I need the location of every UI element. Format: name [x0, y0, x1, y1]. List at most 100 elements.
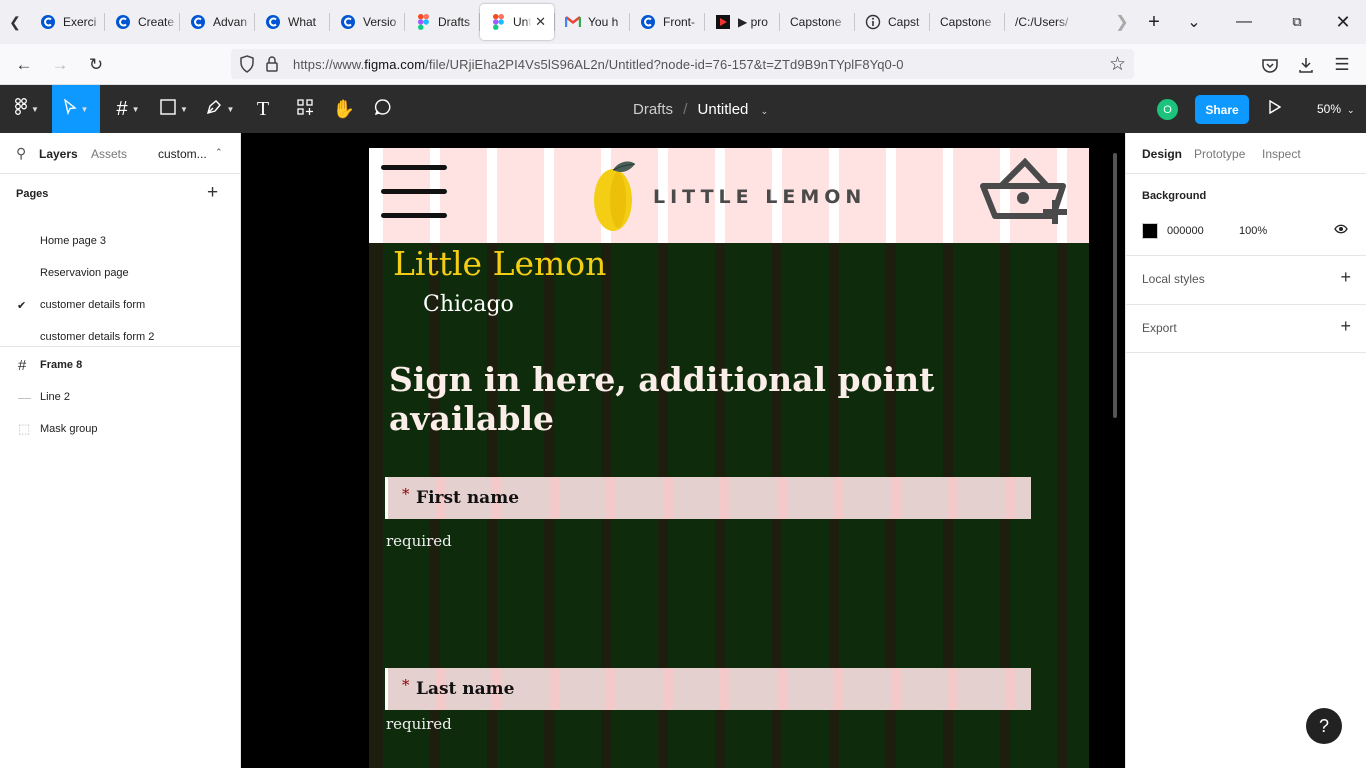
pen-tool[interactable]: ▼ — [200, 85, 240, 133]
basket-add-icon[interactable] — [979, 157, 1071, 231]
gmail-icon — [565, 14, 581, 30]
present-play-icon[interactable] — [1269, 99, 1282, 117]
page-item[interactable]: Reservavion page — [40, 267, 129, 279]
text-tool[interactable]: T — [250, 85, 276, 133]
add-page-plus-icon[interactable]: + — [207, 182, 218, 204]
tab-layers[interactable]: Layers — [39, 147, 78, 161]
tab-label: Capst — [888, 15, 920, 29]
grid-column — [673, 668, 720, 710]
url-path: /file/URjiEha2PI4Vs5lS96AL2n/Untitled?no… — [425, 57, 904, 72]
bookmark-star-icon[interactable]: ☆ — [1109, 53, 1126, 76]
help-button[interactable]: ? — [1306, 708, 1342, 744]
grid-column — [616, 477, 663, 519]
visibility-eye-icon[interactable] — [1334, 222, 1348, 237]
tab-label: Front- — [663, 15, 696, 29]
shape-tool[interactable]: ▼ — [154, 85, 194, 133]
browser-tab[interactable]: Drafts — [405, 4, 479, 40]
background-hex-input[interactable]: 000000 — [1167, 225, 1204, 237]
browser-tab[interactable]: Capstone — [930, 4, 1004, 40]
browser-tab[interactable]: What — [255, 4, 329, 40]
tab-label: Advan — [213, 15, 248, 29]
canvas-vertical-scrollbar[interactable] — [1113, 153, 1117, 418]
design-canvas[interactable]: LITTLE LEMON Little Lemon Chicago Sign i… — [241, 133, 1125, 768]
hero-city: Chicago — [423, 292, 514, 317]
share-button[interactable]: Share — [1195, 95, 1249, 124]
chevron-down-icon[interactable]: ⌄ — [761, 106, 769, 116]
layer-item[interactable]: ⬚ Mask group — [0, 413, 240, 445]
rectangle-icon — [160, 98, 176, 120]
tab-scroll-right-icon[interactable]: ❯ — [1110, 12, 1134, 32]
page-item[interactable]: customer details form — [40, 299, 145, 311]
browser-tab[interactable]: Front- — [630, 4, 704, 40]
components-icon — [297, 98, 313, 120]
browser-tab[interactable]: Create — [105, 4, 179, 40]
chevron-up-icon[interactable]: ⌃ — [215, 147, 223, 158]
last-name-field[interactable]: * Last name — [385, 668, 1031, 710]
figma-main-menu[interactable]: ▼ — [8, 85, 46, 133]
frame-tool[interactable]: # ▼ — [108, 85, 148, 133]
background-color-swatch[interactable] — [1142, 223, 1158, 239]
tab-scroll-left-icon[interactable]: ❮ — [0, 0, 30, 44]
browser-tab[interactable]: Exerci — [30, 4, 104, 40]
layer-item[interactable]: — Line 2 — [0, 381, 240, 413]
hamburger-menu-icon[interactable] — [381, 165, 447, 221]
tab-inspect[interactable]: Inspect — [1262, 147, 1301, 161]
info-icon — [865, 14, 881, 30]
first-name-field[interactable]: * First name — [385, 477, 1031, 519]
browser-tab[interactable]: Unt ✕ — [480, 4, 554, 40]
browser-tab[interactable]: You h — [555, 4, 629, 40]
restore-window-icon[interactable]: ⧉ — [1274, 14, 1320, 30]
tracking-shield-icon[interactable] — [239, 55, 255, 78]
local-styles-section: Local styles + — [1126, 255, 1366, 304]
grid-column — [901, 668, 948, 710]
file-name[interactable]: Untitled — [698, 101, 749, 118]
add-style-plus-icon[interactable]: + — [1340, 267, 1351, 288]
page-item[interactable]: customer details form 2 — [40, 331, 154, 343]
lemon-logo-icon — [591, 158, 641, 239]
address-bar[interactable]: https://www.figma.com/file/URjiEha2PI4Vs… — [231, 49, 1134, 79]
minimize-window-icon[interactable]: — — [1214, 13, 1274, 31]
mobile-frame[interactable]: LITTLE LEMON Little Lemon Chicago Sign i… — [369, 148, 1089, 768]
close-window-icon[interactable]: ✕ — [1320, 12, 1366, 33]
zoom-level-value: 50% — [1317, 102, 1342, 116]
tab-label: Capstone — [790, 15, 842, 29]
browser-tab[interactable]: ▶ pro — [705, 4, 779, 40]
forward-arrow-icon[interactable]: → — [47, 52, 73, 78]
tab-design[interactable]: Design — [1142, 147, 1182, 161]
back-arrow-icon[interactable]: ← — [11, 52, 37, 78]
url-text[interactable]: https://www.figma.com/file/URjiEha2PI4Vs… — [293, 57, 904, 72]
search-icon[interactable]: ⚲ — [16, 145, 26, 162]
move-tool[interactable]: ▼ — [52, 85, 100, 133]
add-export-plus-icon[interactable]: + — [1340, 316, 1351, 337]
zoom-level-menu[interactable]: 50% ⌄ — [1317, 102, 1355, 116]
browser-tab[interactable]: Advan — [180, 4, 254, 40]
tab-prototype[interactable]: Prototype — [1194, 147, 1245, 161]
background-opacity-input[interactable]: 100% — [1239, 225, 1267, 237]
browser-tab[interactable]: Versio — [330, 4, 404, 40]
list-tabs-chevron-icon[interactable]: ⌄ — [1174, 12, 1214, 32]
breadcrumb-drafts[interactable]: Drafts — [633, 101, 673, 118]
hand-tool[interactable]: ✋ — [331, 85, 357, 133]
browser-tab[interactable]: Capstone — [780, 4, 854, 40]
page-item[interactable]: Home page 3 — [40, 235, 106, 247]
resources-tool[interactable] — [292, 85, 318, 133]
tab-assets[interactable]: Assets — [91, 147, 127, 161]
frame-icon: # — [18, 356, 27, 374]
pocket-icon[interactable] — [1257, 52, 1283, 78]
new-tab-plus-icon[interactable]: + — [1134, 11, 1174, 34]
reload-icon[interactable]: ↻ — [83, 52, 109, 78]
user-avatar[interactable]: O — [1157, 99, 1178, 120]
comment-tool[interactable] — [370, 85, 396, 133]
close-tab-icon[interactable]: ✕ — [535, 14, 546, 30]
layer-item[interactable]: # Frame 8 — [0, 349, 240, 381]
tab-label: Versio — [363, 15, 397, 29]
app-menu-hamburger-icon[interactable]: ☰ — [1329, 52, 1355, 78]
browser-tab[interactable]: Capst — [855, 4, 929, 40]
downloads-icon[interactable] — [1293, 52, 1319, 78]
browser-tab[interactable]: /C:/Users/ — [1005, 4, 1079, 40]
grid-column — [787, 668, 834, 710]
padlock-icon[interactable] — [265, 55, 279, 78]
left-panel-tabs: ⚲ Layers Assets custom... ⌃ — [0, 133, 240, 173]
figma-icon — [415, 14, 431, 30]
page-selector[interactable]: custom... — [158, 147, 207, 161]
